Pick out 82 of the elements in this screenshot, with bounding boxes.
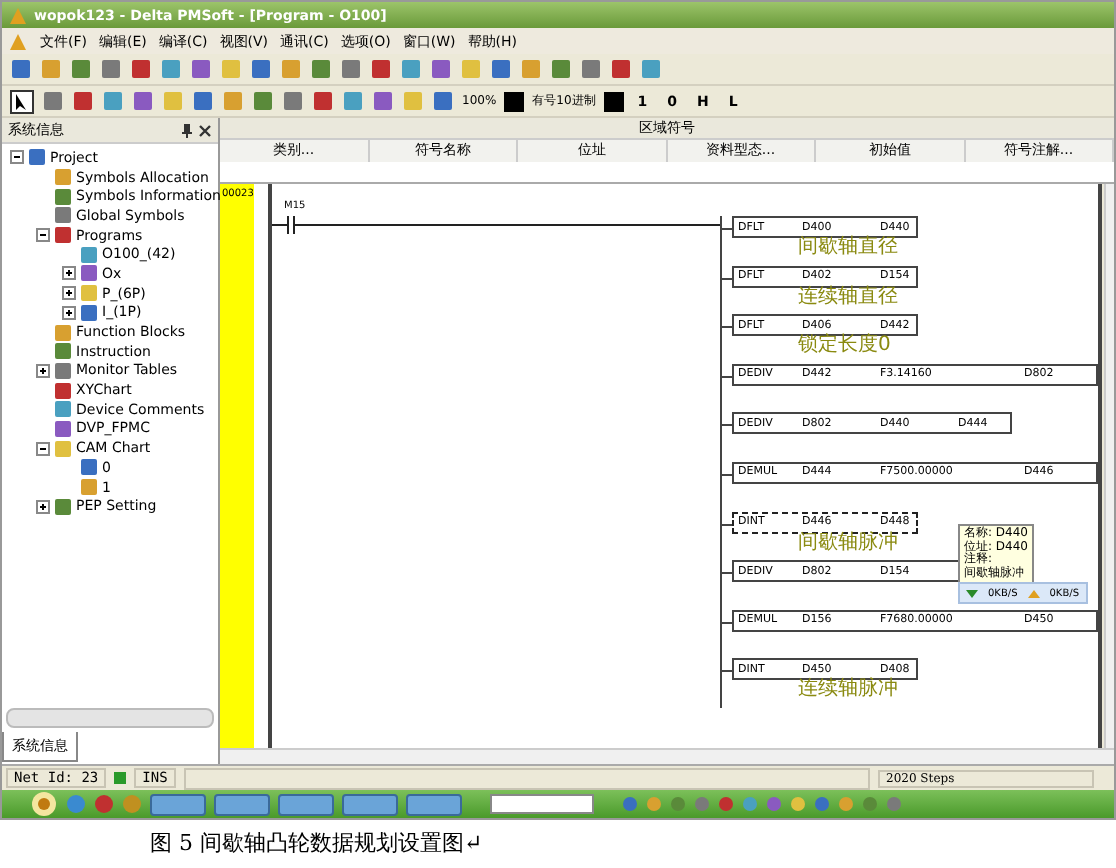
square-icon[interactable] — [222, 90, 244, 112]
square-icon[interactable] — [190, 58, 212, 80]
collapse-icon[interactable] — [36, 228, 50, 243]
taskbar-button[interactable] — [214, 793, 270, 815]
close-icon[interactable] — [198, 123, 212, 137]
figure-caption: 图 5 间歇轴凸轮数据规划设置图↵ — [148, 828, 485, 858]
square-icon[interactable] — [610, 58, 632, 80]
square-icon[interactable] — [550, 58, 572, 80]
square-icon[interactable] — [580, 58, 602, 80]
pointer-icon[interactable] — [10, 89, 34, 113]
square-icon — [54, 342, 72, 361]
taskbar-button[interactable] — [406, 793, 462, 815]
square-icon — [54, 226, 72, 245]
square-icon — [54, 206, 72, 225]
status-light-icon — [114, 772, 127, 784]
square-icon[interactable] — [252, 90, 274, 112]
square-icon — [54, 400, 72, 419]
square-icon[interactable] — [42, 90, 64, 112]
search-field[interactable] — [490, 794, 594, 814]
square-icon[interactable] — [132, 90, 154, 112]
square-icon[interactable] — [312, 90, 334, 112]
square-icon — [80, 264, 98, 283]
device-comment: 间歇轴直径 — [796, 238, 900, 258]
square-icon — [54, 439, 72, 458]
expand-icon[interactable] — [62, 305, 76, 320]
square-icon[interactable] — [372, 90, 394, 112]
square-icon[interactable] — [100, 58, 122, 80]
down-arrow-icon — [966, 587, 978, 599]
square-icon[interactable] — [250, 58, 272, 80]
up-arrow-icon — [1027, 587, 1040, 599]
square-icon — [80, 303, 98, 322]
square-icon[interactable] — [280, 58, 302, 80]
square-icon[interactable] — [102, 90, 124, 112]
device-comment: 连续轴直径 — [796, 287, 900, 308]
collapse-icon[interactable] — [36, 441, 50, 456]
square-icon[interactable] — [520, 58, 542, 80]
square-icon[interactable] — [640, 58, 662, 80]
square-icon[interactable] — [310, 58, 332, 80]
square-icon[interactable] — [400, 58, 422, 80]
square-icon[interactable] — [340, 58, 362, 80]
color-swatch — [603, 91, 624, 111]
square-icon[interactable] — [192, 90, 214, 112]
taskbar-button[interactable] — [150, 793, 206, 815]
square-icon[interactable] — [432, 90, 454, 112]
square-icon — [80, 245, 98, 264]
device-comment: 间歇轴脉冲 — [796, 533, 900, 554]
collapse-icon[interactable] — [10, 150, 24, 165]
square-icon — [54, 419, 72, 438]
square-icon — [54, 497, 72, 516]
expand-icon[interactable] — [36, 363, 50, 378]
scroll-bar[interactable] — [6, 708, 214, 728]
square-icon[interactable] — [370, 58, 392, 80]
scroll-bar[interactable] — [220, 748, 1114, 764]
square-icon — [80, 284, 98, 303]
square-icon — [54, 168, 72, 187]
square-icon — [80, 478, 98, 497]
device-comment: 连续轴脉冲 — [796, 680, 900, 701]
expand-icon[interactable] — [62, 286, 76, 301]
device-comment: 锁定长度0 — [796, 336, 893, 357]
flower-icon[interactable] — [30, 790, 58, 818]
square-icon[interactable] — [72, 90, 94, 112]
square-icon — [54, 381, 72, 400]
square-icon — [54, 323, 72, 342]
square-icon[interactable] — [130, 58, 152, 80]
expand-icon[interactable] — [62, 266, 76, 281]
square-icon[interactable] — [342, 90, 364, 112]
square-icon[interactable] — [490, 58, 512, 80]
square-icon — [28, 148, 46, 167]
square-icon[interactable] — [160, 58, 182, 80]
square-icon — [54, 187, 72, 206]
taskbar-button[interactable] — [342, 793, 398, 815]
square-icon — [54, 361, 72, 380]
square-icon[interactable] — [282, 90, 304, 112]
taskbar-button[interactable] — [278, 793, 334, 815]
square-icon[interactable] — [430, 58, 452, 80]
square-icon[interactable] — [70, 58, 92, 80]
color-swatch — [504, 91, 525, 111]
expand-icon[interactable] — [36, 499, 50, 514]
square-icon[interactable] — [40, 58, 62, 80]
pin-icon[interactable] — [180, 122, 194, 138]
square-icon[interactable] — [10, 58, 32, 80]
square-icon — [80, 458, 98, 477]
